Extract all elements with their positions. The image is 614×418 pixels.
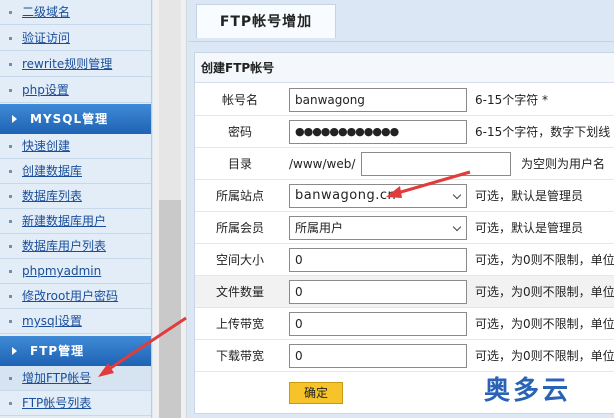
sidebar-item-label: 创建数据库: [22, 164, 83, 178]
sidebar-item-verify-access[interactable]: 验证访问: [0, 26, 151, 51]
sidebar-item-label: 快速创建: [22, 139, 71, 153]
form-row-account: 帐号名 banwagong 6-15个字符 *: [195, 84, 614, 116]
tab-ftp-add[interactable]: FTP帐号增加: [196, 4, 336, 38]
sidebar-item-label: 数据库列表: [22, 189, 83, 203]
bullet-icon: [9, 145, 12, 148]
bullet-icon: [9, 377, 12, 380]
member-select-value: 所属用户: [295, 221, 344, 235]
sidebar-item-label: FTP帐号列表: [22, 396, 92, 410]
main-panel: FTP帐号增加 创建FTP帐号 帐号名 banwagong 6-15个字符 * …: [188, 0, 614, 418]
sidebar-item-add-ftp-account[interactable]: 增加FTP帐号: [0, 366, 151, 391]
sidebar-item-ftp-account-list[interactable]: FTP帐号列表: [0, 391, 151, 416]
bullet-icon: [9, 220, 12, 223]
sidebar-item-rewrite[interactable]: rewrite规则管理: [0, 52, 151, 77]
upload-label: 上传带宽: [215, 317, 264, 331]
sidebar: 二级域名 验证访问 rewrite规则管理 php设置 MYSQL管理 快速创建…: [0, 0, 152, 418]
sidebar-item-db-user-list[interactable]: 数据库用户列表: [0, 234, 151, 259]
form-row-member: 所属会员 所属用户 可选，默认是管理员: [195, 212, 614, 244]
sidebar-item-label: phpmyadmin: [22, 264, 102, 278]
bullet-icon: [9, 195, 12, 198]
password-input[interactable]: ●●●●●●●●●●●●: [289, 120, 467, 144]
sidebar-item-label: 数据库用户列表: [22, 239, 107, 253]
bullet-icon: [9, 295, 12, 298]
site-label: 所属站点: [215, 189, 264, 203]
form-row-download: 下载带宽 0 可选，为0则不限制，单位: [195, 340, 614, 372]
ftp-account-form: 创建FTP帐号 帐号名 banwagong 6-15个字符 * 密码 ●●●●●…: [194, 52, 614, 414]
upload-hint: 可选，为0则不限制，单位: [475, 317, 614, 331]
caret-right-icon: [12, 115, 17, 123]
files-hint: 可选，为0则不限制，单位: [475, 285, 614, 299]
form-row-password: 密码 ●●●●●●●●●●●● 6-15个字符，数字下划线: [195, 116, 614, 148]
sidebar-item-db-list[interactable]: 数据库列表: [0, 184, 151, 209]
sidebar-item-mysql-settings[interactable]: mysql设置: [0, 309, 151, 334]
bullet-icon: [9, 63, 12, 66]
sidebar-item-label: mysql设置: [22, 314, 82, 328]
directory-input[interactable]: [361, 152, 511, 176]
sidebar-item-label: 验证访问: [22, 31, 71, 45]
scrollbar-thumb[interactable]: [159, 200, 181, 418]
form-row-directory: 目录 /www/web/ 为空则为用户名: [195, 148, 614, 180]
password-label: 密码: [227, 125, 252, 139]
caret-right-icon: [12, 347, 17, 355]
sidebar-item-label: php设置: [22, 83, 69, 97]
watermark-logo: 奥多云: [484, 376, 572, 406]
bullet-icon: [9, 170, 12, 173]
sidebar-item-change-root-password[interactable]: 修改root用户密码: [0, 284, 151, 309]
sidebar-item-label: 修改root用户密码: [22, 289, 119, 303]
sidebar-item-label: rewrite规则管理: [22, 57, 113, 71]
form-row-space: 空间大小 0 可选，为0则不限制，单位: [195, 244, 614, 276]
bullet-icon: [9, 89, 12, 92]
tab-bar: FTP帐号增加: [188, 0, 614, 42]
form-row-upload: 上传带宽 0 可选，为0则不限制，单位: [195, 308, 614, 340]
bullet-icon: [9, 37, 12, 40]
sidebar-item-quick-create[interactable]: 快速创建: [0, 134, 151, 159]
member-label: 所属会员: [215, 221, 264, 235]
sidebar-section-label: FTP管理: [30, 344, 85, 358]
password-hint: 6-15个字符，数字下划线: [475, 125, 611, 139]
member-select[interactable]: 所属用户: [289, 216, 467, 240]
directory-label: 目录: [227, 157, 252, 171]
sidebar-item-label: 二级域名: [22, 5, 71, 19]
space-label: 空间大小: [215, 253, 264, 267]
account-label: 帐号名: [221, 93, 258, 107]
directory-prefix: /www/web/: [289, 157, 356, 171]
account-hint: 6-15个字符 *: [475, 93, 549, 107]
site-select[interactable]: banwagong.cn: [289, 184, 467, 208]
bullet-icon: [9, 11, 12, 14]
bullet-icon: [9, 320, 12, 323]
files-input[interactable]: 0: [289, 280, 467, 304]
sidebar-item-label: 新建数据库用户: [22, 214, 107, 228]
chevron-down-icon: [452, 190, 462, 200]
chevron-down-icon: [452, 222, 462, 232]
site-select-value: banwagong.cn: [295, 188, 397, 203]
sidebar-item-new-db-user[interactable]: 新建数据库用户: [0, 209, 151, 234]
sidebar-item-subdomain[interactable]: 二级域名: [0, 0, 151, 25]
form-row-files: 文件数量 0 可选，为0则不限制，单位: [195, 276, 614, 308]
sidebar-scrollbar[interactable]: [153, 0, 187, 418]
download-input[interactable]: 0: [289, 344, 467, 368]
directory-hint: 为空则为用户名: [521, 157, 606, 171]
space-hint: 可选，为0则不限制，单位: [475, 253, 614, 267]
form-title: 创建FTP帐号: [195, 53, 614, 83]
download-hint: 可选，为0则不限制，单位: [475, 349, 614, 363]
sidebar-item-label: 增加FTP帐号: [22, 371, 92, 385]
form-row-site: 所属站点 banwagong.cn 可选，默认是管理员: [195, 180, 614, 212]
sidebar-item-create-db[interactable]: 创建数据库: [0, 159, 151, 184]
bullet-icon: [9, 245, 12, 248]
space-input[interactable]: 0: [289, 248, 467, 272]
bullet-icon: [9, 402, 12, 405]
sidebar-section-label: MYSQL管理: [30, 112, 109, 126]
sidebar-item-phpmyadmin[interactable]: phpmyadmin: [0, 259, 151, 284]
bullet-icon: [9, 270, 12, 273]
sidebar-section-mysql[interactable]: MYSQL管理: [0, 104, 151, 134]
site-hint: 可选，默认是管理员: [475, 189, 584, 203]
download-label: 下载带宽: [215, 349, 264, 363]
submit-button[interactable]: 确定: [289, 382, 343, 404]
member-hint: 可选，默认是管理员: [475, 221, 584, 235]
upload-input[interactable]: 0: [289, 312, 467, 336]
sidebar-section-ftp[interactable]: FTP管理: [0, 336, 151, 366]
account-input[interactable]: banwagong: [289, 88, 467, 112]
files-label: 文件数量: [215, 285, 264, 299]
sidebar-item-php-settings[interactable]: php设置: [0, 78, 151, 103]
